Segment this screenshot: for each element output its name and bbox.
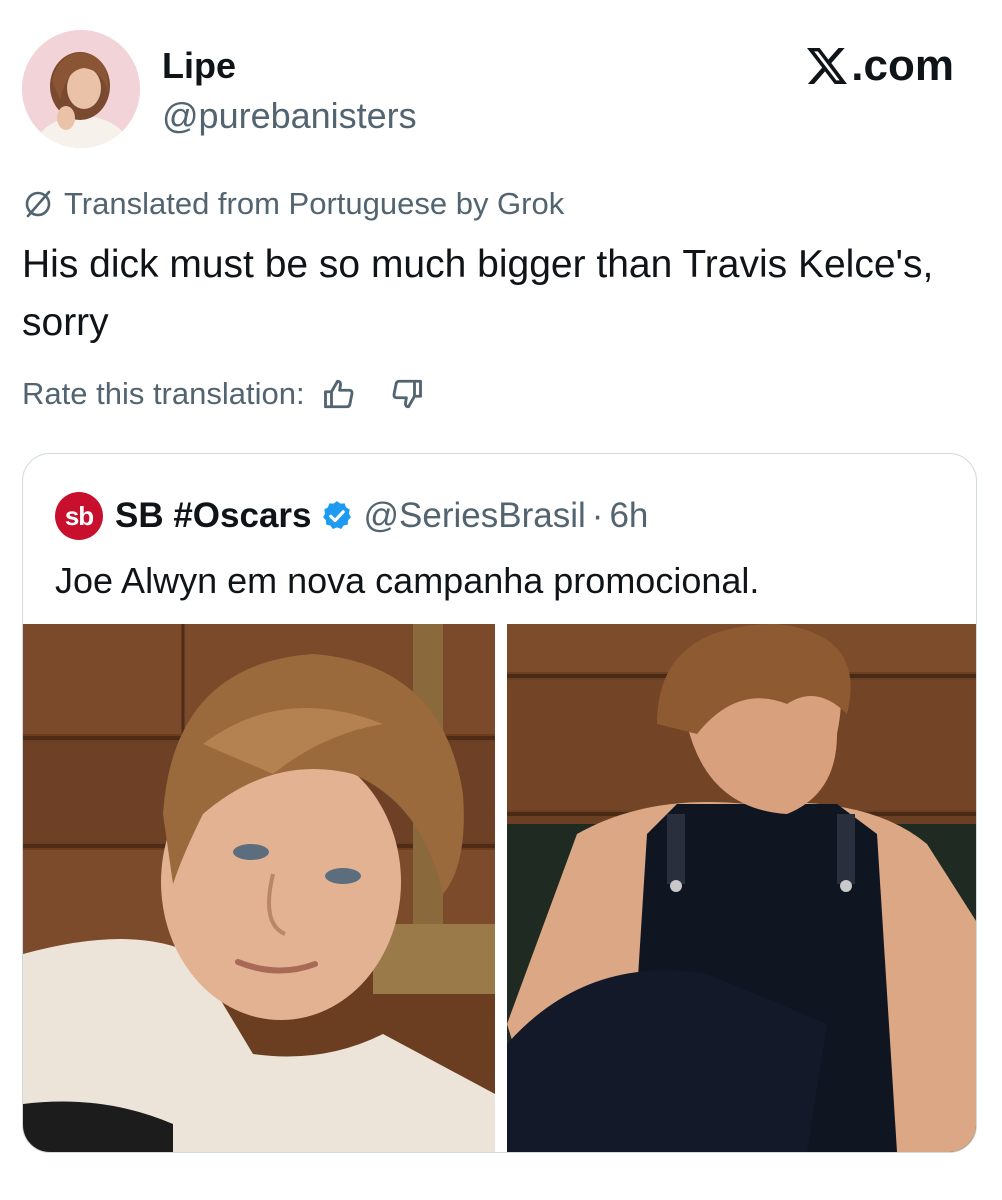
tweet-text: His dick must be so much bigger than Tra… [22, 243, 934, 344]
thumbs-up-button[interactable] [319, 372, 359, 416]
quoted-tweet-text: Joe Alwyn em nova campanha promocional. [55, 560, 760, 601]
translation-notice: Translated from Portuguese by Grok [22, 182, 564, 226]
quoted-author-handle[interactable]: @SeriesBrasil [364, 496, 586, 536]
x-logo-icon [807, 48, 848, 84]
quoted-author-logo-text: sb [64, 500, 94, 531]
brand-domain-text: .com [851, 41, 954, 90]
author-avatar[interactable] [22, 30, 140, 148]
verified-badge [320, 499, 354, 533]
author-handle[interactable]: @purebanisters [162, 94, 417, 138]
thumbs-down-button[interactable] [387, 372, 427, 416]
rate-translation-label: Rate this translation: [22, 376, 305, 411]
translation-notice-text: Translated from Portuguese by Grok [64, 186, 565, 221]
author-display-name[interactable]: Lipe [162, 44, 236, 88]
media-photo-2[interactable] [507, 624, 976, 1152]
media-photo-1[interactable] [23, 624, 495, 1152]
x-com-brand: .com [807, 40, 954, 92]
quoted-tweet-card[interactable]: sb SB #Oscars @SeriesBrasil · 6h Joe Alw… [22, 453, 977, 1153]
thumbs-down-icon [392, 379, 422, 409]
verified-badge-icon [322, 501, 351, 530]
grok-icon [25, 190, 51, 218]
rate-translation-row: Rate this translation: [22, 370, 427, 418]
header-separator: · [591, 496, 604, 535]
quoted-author-name[interactable]: SB #Oscars [115, 496, 312, 536]
quoted-author-avatar[interactable]: sb [55, 492, 103, 540]
thumbs-up-icon [323, 379, 354, 409]
quoted-tweet-timestamp[interactable]: 6h [609, 496, 648, 536]
quoted-tweet-header: sb SB #Oscars @SeriesBrasil · 6h [55, 492, 648, 540]
